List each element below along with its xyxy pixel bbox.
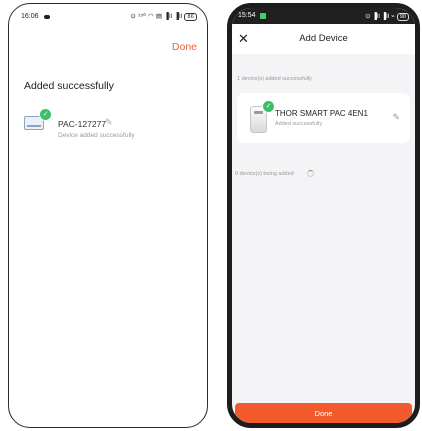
system-icons: ⊙ ¹⁵⁰ ◠ ▤ ▐ll ▐ll 86 <box>130 12 197 21</box>
added-count-label: 1 device(s) added successfully <box>237 76 312 82</box>
adding-count-label: 0 device(s) being added <box>235 171 294 177</box>
app-header: ✕ Add Device <box>232 24 415 54</box>
right-phone-screen: 15:54 ⊙ ▐ll ▐ll ⌁ 90 ✕ Add Device 1 devic… <box>227 3 420 428</box>
device-status: Added successfully <box>275 121 323 127</box>
signal-icons: ⊙ ¹⁵⁰ ◠ ▤ ▐ll ▐ll <box>130 13 183 20</box>
status-bar: 16:06 ⊙ ¹⁵⁰ ◠ ▤ ▐ll ▐ll 86 <box>21 12 197 24</box>
status-time: 16:06 <box>21 13 39 20</box>
notification-icon <box>44 15 50 19</box>
device-card[interactable]: ✓ THOR SMART PAC 4EN1 Added successfully… <box>237 93 410 143</box>
edit-pencil-icon[interactable]: ✎ <box>105 117 113 128</box>
device-status: Device added successfully <box>58 132 135 139</box>
done-button[interactable]: Done <box>235 403 412 423</box>
edit-pencil-icon[interactable]: ✎ <box>392 112 400 123</box>
status-bar: 15:54 ⊙ ▐ll ▐ll ⌁ 90 <box>232 8 415 24</box>
page-title: Add Device <box>299 33 348 44</box>
device-name: PAC-127277 <box>58 119 107 129</box>
battery-icon: 90 <box>396 13 409 21</box>
done-button[interactable]: Done <box>172 41 197 53</box>
status-time: 15:54 <box>238 12 256 19</box>
check-badge-icon: ✓ <box>39 108 52 121</box>
system-icons: ⊙ ▐ll ▐ll ⌁ 90 <box>365 12 409 21</box>
battery-icon: 86 <box>184 13 197 21</box>
check-badge-icon: ✓ <box>262 100 275 113</box>
app-notification-icon <box>260 13 266 19</box>
device-name: THOR SMART PAC 4EN1 <box>275 109 368 118</box>
page-heading: Added successfully <box>24 80 114 92</box>
signal-icons: ⊙ ▐ll ▐ll ⌁ <box>365 13 395 20</box>
left-phone-screen: 16:06 ⊙ ¹⁵⁰ ◠ ▤ ▐ll ▐ll 86 Done Added suc… <box>8 3 208 428</box>
loading-spinner-icon <box>307 170 314 177</box>
